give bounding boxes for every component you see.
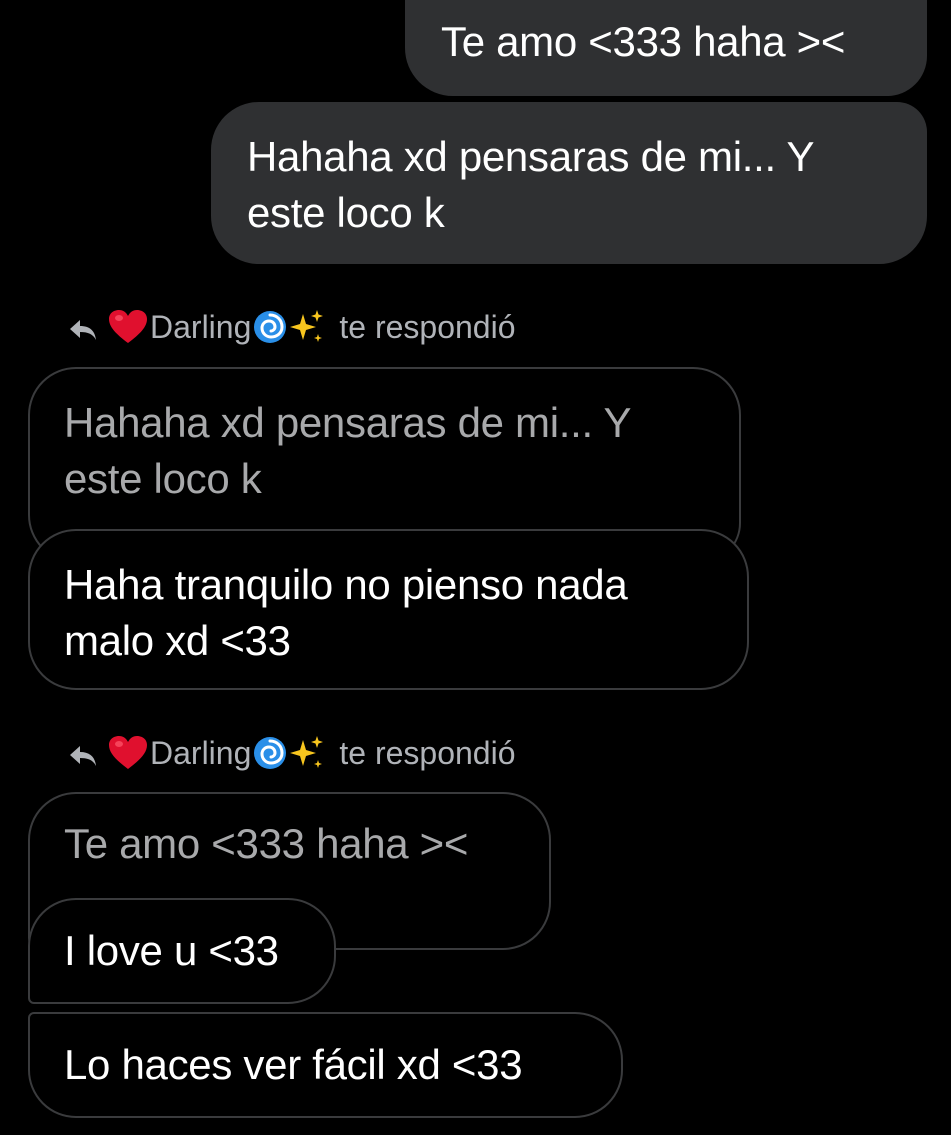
reply-arrow-icon [70,746,96,766]
received-message-bubble[interactable]: Lo haces ver fácil xd <33 [28,1012,623,1118]
contact-name: Darling [150,308,252,345]
quoted-text: Te amo <333 haha >< [64,820,469,867]
message-text-line: malo xd <33 [64,617,291,664]
reply-header-text: te respondió [339,734,516,771]
message-text: Lo haces ver fácil xd <33 [64,1041,523,1088]
message-text: I love u <33 [64,927,279,974]
reply-header: Darling te respondió [68,733,516,773]
sent-message-bubble[interactable]: Te amo <333 haha >< [405,0,927,96]
message-text-line: este loco k [247,189,445,236]
quoted-text-line: este loco k [64,455,262,502]
sparkles-icon [290,310,324,342]
sparkles-icon [290,736,324,768]
reply-header: Darling te respondió [68,307,516,347]
cyclone-icon [254,311,287,343]
message-text-line: Hahaha xd pensaras de mi... Y [247,133,815,180]
red-heart-icon [109,736,147,769]
contact-name: Darling [150,734,252,771]
message-text-line: Haha tranquilo no pienso nada [64,561,628,608]
message-text: Te amo <333 haha >< [441,18,846,65]
quoted-text-line: Hahaha xd pensaras de mi... Y [64,399,632,446]
received-message-bubble[interactable]: I love u <33 [28,898,336,1004]
reply-arrow-icon [70,320,96,340]
cyclone-icon [254,737,287,769]
reply-header-text: te respondió [339,308,516,345]
sent-message-bubble[interactable]: Hahaha xd pensaras de mi... Y este loco … [211,102,927,264]
red-heart-icon [109,310,147,343]
received-message-bubble[interactable]: Haha tranquilo no pienso nada malo xd <3… [28,529,749,690]
